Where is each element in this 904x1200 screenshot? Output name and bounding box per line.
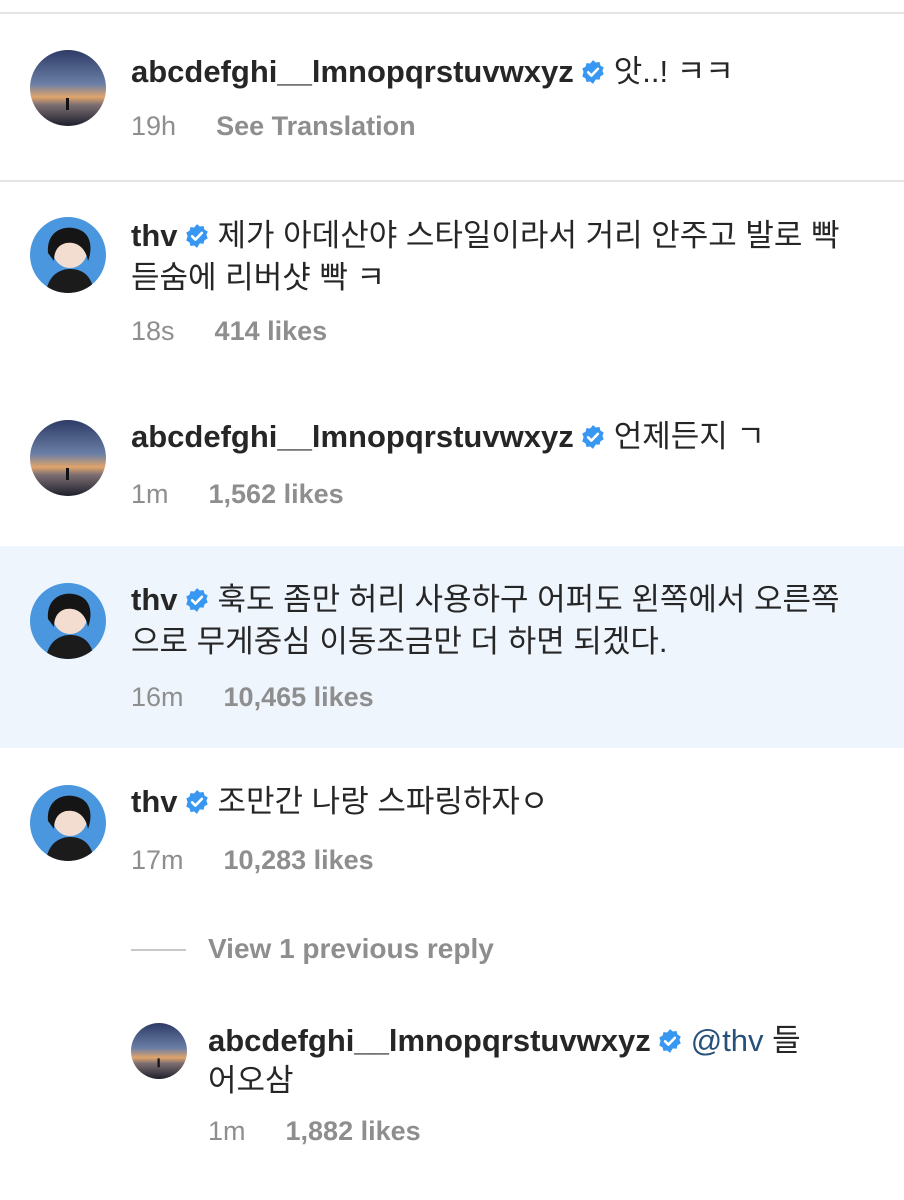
sunset-avatar[interactable] [131, 1023, 187, 1079]
reply-text-continued: 어오삼 [208, 1063, 294, 1098]
comment-text: 앗..! ㅋㅋ [613, 54, 734, 89]
mention-link[interactable]: @thv [691, 1023, 764, 1058]
comment-line: thv 제가 아데산야 스타일이라서 거리 안주고 발로 빡 [131, 215, 840, 257]
comment-text-continued: 듣숨에 리버샷 빡 ㅋ [131, 260, 385, 295]
comment-line: abcdefghi__lmnopqrstuvwxyz 언제든지 ㄱ [131, 416, 765, 458]
reply-text: 들 [772, 1023, 801, 1058]
comment-meta: 18s 414 likes [131, 314, 327, 348]
likes-count[interactable]: 1,562 likes [209, 479, 344, 509]
comment-line: thv 훅도 좀만 허리 사용하구 어퍼도 왼쪽에서 오른쪽 [131, 579, 840, 621]
comment-time: 17m [131, 845, 184, 875]
comment-time: 16m [131, 682, 184, 712]
verified-badge-icon [580, 59, 606, 85]
comment-line-2: 듣숨에 리버샷 빡 ㅋ [131, 257, 385, 299]
username[interactable]: thv [131, 784, 178, 819]
reply-line: abcdefghi__lmnopqrstuvwxyz @thv 들 [208, 1020, 801, 1062]
verified-badge-icon [184, 587, 210, 613]
comment-meta: 17m 10,283 likes [131, 843, 374, 877]
comment-meta: 19h See Translation [131, 109, 416, 143]
verified-badge-icon [184, 223, 210, 249]
likes-count[interactable]: 10,283 likes [224, 845, 374, 875]
reply-time: 1m [208, 1116, 246, 1146]
reply-meta: 1m 1,882 likes [208, 1114, 421, 1148]
comment-4-highlighted: thv 훅도 좀만 허리 사용하구 어퍼도 왼쪽에서 오른쪽 으로 무게중심 이동… [0, 546, 904, 748]
likes-count[interactable]: 1,882 likes [286, 1116, 421, 1146]
top-divider [0, 12, 904, 14]
comment-line-2: 으로 무게중심 이동조금만 더 하면 되겠다. [131, 621, 668, 663]
comment-time: 18s [131, 316, 175, 346]
likes-count[interactable]: 414 likes [215, 316, 328, 346]
comments-page: abcdefghi__lmnopqrstuvwxyz 앗..! ㅋㅋ 19h See… [0, 0, 904, 1200]
comment-time: 19h [131, 111, 177, 141]
reply-line-2: 어오삼 [208, 1060, 294, 1102]
verified-badge-icon [657, 1028, 683, 1054]
comment-3: abcdefghi__lmnopqrstuvwxyz 언제든지 ㄱ 1m 1,562… [0, 380, 904, 546]
reply-thread-line [131, 949, 186, 951]
sunset-avatar[interactable] [30, 50, 106, 126]
username[interactable]: abcdefghi__lmnopqrstuvwxyz [208, 1023, 651, 1058]
username[interactable]: abcdefghi__lmnopqrstuvwxyz [131, 54, 574, 89]
comment-meta: 16m 10,465 likes [131, 680, 374, 714]
likes-count[interactable]: 10,465 likes [224, 682, 374, 712]
comment-text: 훅도 좀만 허리 사용하구 어퍼도 왼쪽에서 오른쪽 [217, 582, 840, 617]
portrait-avatar[interactable] [30, 583, 106, 659]
comment-line: abcdefghi__lmnopqrstuvwxyz 앗..! ㅋㅋ [131, 51, 734, 93]
username[interactable]: thv [131, 218, 178, 253]
comment-5: thv 조만간 나랑 스파링하자ㅇ 17m 10,283 likes [0, 748, 904, 908]
comment-text: 언제든지 ㄱ [613, 419, 765, 454]
portrait-avatar[interactable] [30, 785, 106, 861]
comment-text-continued: 으로 무게중심 이동조금만 더 하면 되겠다. [131, 624, 668, 659]
view-previous-reply-button[interactable]: View 1 previous reply [208, 932, 494, 966]
username[interactable]: thv [131, 582, 178, 617]
username[interactable]: abcdefghi__lmnopqrstuvwxyz [131, 419, 574, 454]
comment-2: thv 제가 아데산야 스타일이라서 거리 안주고 발로 빡 듣숨에 리버샷 빡 … [0, 182, 904, 380]
portrait-avatar[interactable] [30, 217, 106, 293]
see-translation-button[interactable]: See Translation [216, 111, 416, 141]
comment-1: abcdefghi__lmnopqrstuvwxyz 앗..! ㅋㅋ 19h See… [0, 30, 904, 180]
verified-badge-icon [580, 424, 606, 450]
comment-line: thv 조만간 나랑 스파링하자ㅇ [131, 781, 548, 823]
reply-comment: abcdefghi__lmnopqrstuvwxyz @thv 들 어오삼 1m 1… [0, 1000, 904, 1200]
sunset-avatar[interactable] [30, 420, 106, 496]
comment-time: 1m [131, 479, 169, 509]
verified-badge-icon [184, 789, 210, 815]
comment-meta: 1m 1,562 likes [131, 477, 344, 511]
comment-text: 조만간 나랑 스파링하자ㅇ [217, 784, 549, 819]
comment-text: 제가 아데산야 스타일이라서 거리 안주고 발로 빡 [217, 218, 840, 253]
